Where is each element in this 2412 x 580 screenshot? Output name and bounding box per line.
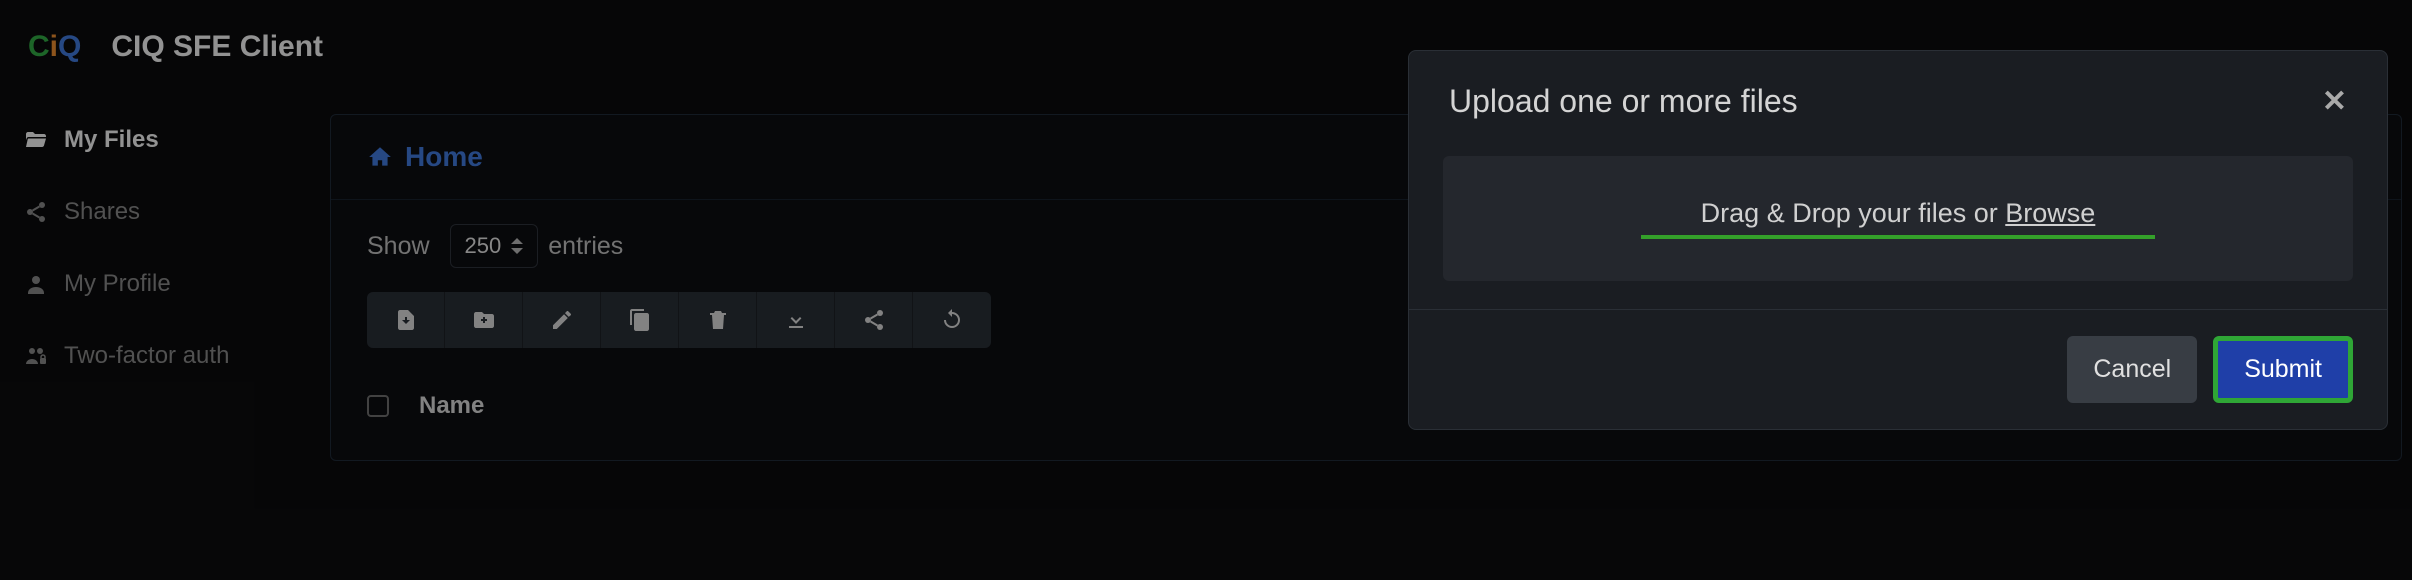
entries-select[interactable]: 250 [450,224,539,268]
sidebar-item-label: Shares [64,198,140,226]
show-label: Show [367,232,430,261]
edit-button[interactable] [523,292,601,348]
entries-suffix: entries [548,232,623,261]
delete-button[interactable] [679,292,757,348]
browse-link[interactable]: Browse [2005,198,2095,228]
select-all-checkbox[interactable] [367,395,389,417]
sidebar-item-label: My Profile [64,270,171,298]
folder-open-icon [24,128,48,152]
sidebar-item-my-profile[interactable]: My Profile [0,248,320,320]
trash-icon [706,308,730,332]
folder-plus-icon [472,308,496,332]
cancel-button[interactable]: Cancel [2067,336,2197,403]
highlight-underline [1641,235,2155,239]
users-lock-icon [24,344,48,368]
sidebar-item-label: Two-factor auth [64,342,229,370]
copy-button[interactable] [601,292,679,348]
close-icon[interactable]: ✕ [2322,84,2347,119]
refresh-icon [940,308,964,332]
chevron-up-down-icon [511,238,523,254]
file-upload-icon [394,308,418,332]
submit-button[interactable]: Submit [2213,336,2353,403]
column-header-name[interactable]: Name [419,392,484,420]
pencil-icon [550,308,574,332]
download-button[interactable] [757,292,835,348]
copy-icon [628,308,652,332]
download-icon [784,308,808,332]
upload-file-button[interactable] [367,292,445,348]
share-button[interactable] [835,292,913,348]
upload-modal: Upload one or more files ✕ Drag & Drop y… [1408,50,2388,430]
refresh-button[interactable] [913,292,991,348]
user-icon [24,272,48,296]
file-dropzone[interactable]: Drag & Drop your files or Browse [1443,156,2353,281]
logo: CiQ [28,30,81,64]
breadcrumb-home[interactable]: Home [405,141,483,173]
home-icon [367,144,393,170]
sidebar-item-my-files[interactable]: My Files [0,104,320,176]
sidebar: My Files Shares My Profile Two-factor au… [0,94,320,471]
app-title: CIQ SFE Client [111,30,323,64]
share-icon [862,308,886,332]
share-icon [24,200,48,224]
sidebar-item-shares[interactable]: Shares [0,176,320,248]
entries-value: 250 [465,233,502,259]
dropzone-text: Drag & Drop your files or Browse [1701,198,2096,229]
sidebar-item-label: My Files [64,126,159,154]
new-folder-button[interactable] [445,292,523,348]
modal-title: Upload one or more files [1449,83,1798,120]
sidebar-item-two-factor[interactable]: Two-factor auth [0,320,320,392]
